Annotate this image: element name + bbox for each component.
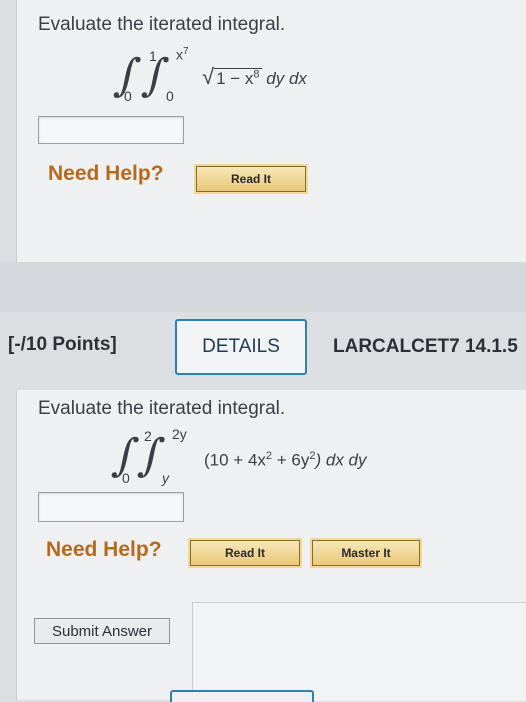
question-1-integral: ∫ 1 0 ∫ x7 0 √ 1 − x8 dy dx <box>112 46 356 106</box>
course-code-label: LARCALCET7 14.1.5 <box>333 336 518 357</box>
radical-sign: √ <box>202 64 215 89</box>
question-2-header <box>0 262 526 312</box>
side-panel <box>192 602 526 701</box>
read-it-button-2[interactable]: Read It <box>188 538 302 568</box>
inner-upper-limit-2: 2y <box>172 426 187 442</box>
read-it-button-1[interactable]: Read It <box>194 164 308 194</box>
inner-upper-limit: x7 <box>176 46 189 63</box>
points-label: [-/10 Points] <box>8 334 117 355</box>
bottom-tab-button[interactable] <box>170 690 314 702</box>
master-it-button[interactable]: Master It <box>310 538 422 568</box>
outer-lower-limit: 0 <box>124 88 132 104</box>
inner-lower-limit-2: y <box>162 470 169 486</box>
integrand: √ 1 − x8 dy dx <box>202 64 307 89</box>
outer-lower-limit-2: 0 <box>122 470 130 486</box>
answer-input-2[interactable] <box>38 492 184 522</box>
inner-lower-limit: 0 <box>166 88 174 104</box>
question-1-prompt: Evaluate the iterated integral. <box>38 14 286 35</box>
need-help-label-1: Need Help? <box>48 162 164 185</box>
need-help-label-2: Need Help? <box>46 538 162 561</box>
details-button[interactable]: DETAILS <box>175 319 307 375</box>
answer-input-1[interactable] <box>38 116 184 144</box>
integrand-2: (10 + 4x2 + 6y2) dx dy <box>204 450 367 470</box>
submit-answer-button[interactable]: Submit Answer <box>34 618 170 644</box>
question-2-integral: ∫ 2 0 ∫ 2y y (10 + 4x2 + 6y2) dx dy <box>110 424 414 488</box>
question-2-prompt: Evaluate the iterated integral. <box>38 398 286 419</box>
